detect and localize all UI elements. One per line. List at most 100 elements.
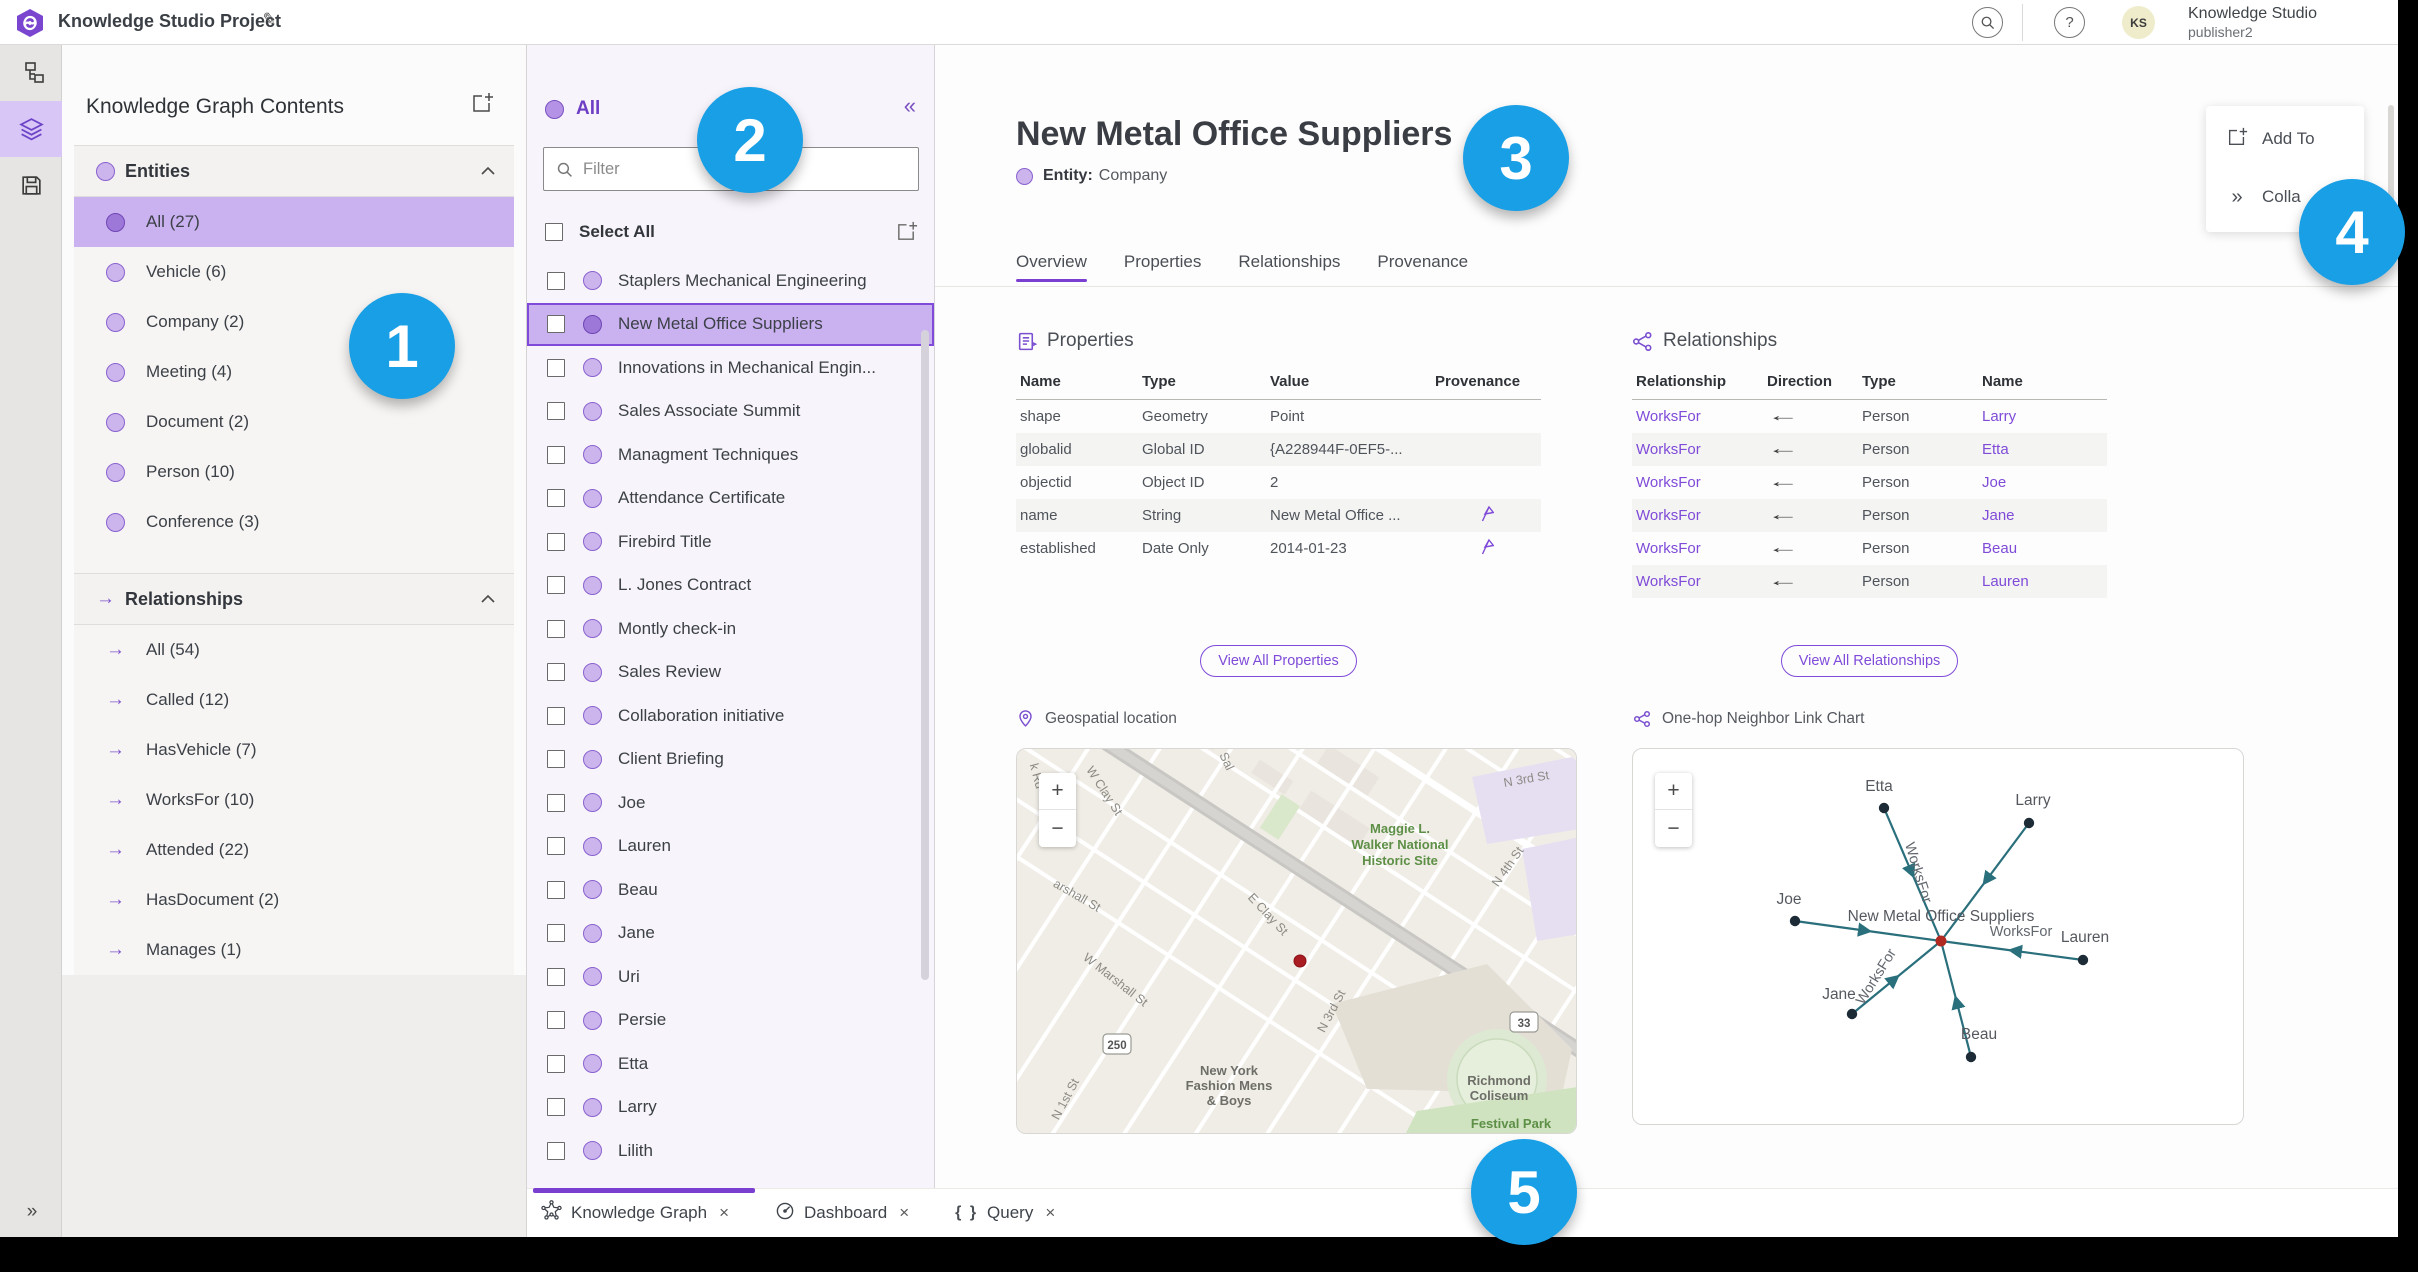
list-item[interactable]: Innovations in Mechanical Engin...	[527, 346, 934, 390]
sidebar-item-entity-type[interactable]: Person (10)	[74, 447, 514, 497]
view-tab-knowledge-graph[interactable]: Knowledge Graph ×	[541, 1200, 729, 1226]
item-checkbox[interactable]	[547, 1141, 565, 1160]
item-checkbox[interactable]	[547, 837, 565, 856]
list-item[interactable]: Sales Review	[527, 651, 934, 695]
related-entity-link[interactable]: Lauren	[1978, 565, 2107, 598]
geospatial-map[interactable]: + − 250 33 k Rd W Clay St Sal N 3rd St N…	[1016, 748, 1577, 1134]
relationship-link[interactable]: WorksFor	[1632, 565, 1763, 598]
provenance-flag-icon[interactable]	[1479, 505, 1495, 522]
sidebar-item-relationship-type[interactable]: → WorksFor (10)	[74, 775, 514, 825]
item-checkbox[interactable]	[547, 663, 565, 682]
item-checkbox[interactable]	[547, 924, 565, 943]
item-checkbox[interactable]	[547, 967, 565, 986]
close-tab-icon[interactable]: ×	[899, 1203, 909, 1223]
item-checkbox[interactable]	[547, 880, 565, 899]
chart-node[interactable]	[2023, 817, 2035, 829]
entities-section-header[interactable]: Entities	[74, 145, 514, 197]
related-entity-link[interactable]: Etta	[1978, 433, 2107, 466]
account-info[interactable]: Knowledge Studio publisher2	[2188, 4, 2317, 42]
related-entity-link[interactable]: Larry	[1978, 400, 2107, 433]
close-tab-icon[interactable]: ×	[719, 1203, 729, 1223]
list-item[interactable]: Client Briefing	[527, 738, 934, 782]
relationship-link[interactable]: WorksFor	[1632, 400, 1763, 433]
avatar[interactable]: KS	[2122, 6, 2155, 39]
relationship-link[interactable]: WorksFor	[1632, 499, 1763, 532]
sidebar-item-relationship-type[interactable]: → All (54)	[74, 625, 514, 675]
add-selection-to-map-button[interactable]	[895, 220, 918, 248]
edit-title-icon[interactable]: ✎	[261, 9, 278, 31]
view-all-properties-button[interactable]: View All Properties	[1200, 645, 1357, 677]
list-item[interactable]: Beau	[527, 868, 934, 912]
list-item[interactable]: Sales Associate Summit	[527, 390, 934, 434]
view-tab-dashboard[interactable]: Dashboard ×	[775, 1201, 909, 1226]
chart-node[interactable]	[1789, 915, 1801, 927]
item-checkbox[interactable]	[547, 706, 565, 725]
property-provenance[interactable]	[1431, 499, 1541, 532]
item-checkbox[interactable]	[547, 532, 565, 551]
sidebar-item-relationship-type[interactable]: → Manages (1)	[74, 925, 514, 975]
expand-rail-button[interactable]: »	[0, 1201, 62, 1223]
sidebar-item-entity-type[interactable]: Document (2)	[74, 397, 514, 447]
item-checkbox[interactable]	[547, 489, 565, 508]
related-entity-link[interactable]: Joe	[1978, 466, 2107, 499]
item-checkbox[interactable]	[547, 315, 565, 334]
link-chart-panel[interactable]: + − EttaLarryJoeLaurenJaneBeauNew	[1632, 748, 2244, 1125]
list-item[interactable]: Etta	[527, 1042, 934, 1086]
item-checkbox[interactable]	[547, 1054, 565, 1073]
relationship-link[interactable]: WorksFor	[1632, 466, 1763, 499]
zoom-in-button[interactable]: +	[1655, 773, 1692, 810]
related-entity-link[interactable]: Jane	[1978, 499, 2107, 532]
zoom-in-button[interactable]: +	[1039, 773, 1076, 810]
chart-node[interactable]	[1965, 1051, 1977, 1063]
list-item[interactable]: Persie	[527, 999, 934, 1043]
view-all-relationships-button[interactable]: View All Relationships	[1780, 645, 1959, 677]
sidebar-item-entity-type[interactable]: Vehicle (6)	[74, 247, 514, 297]
contents-button[interactable]	[0, 101, 62, 157]
help-button[interactable]: ?	[2054, 7, 2085, 38]
relationship-link[interactable]: WorksFor	[1632, 433, 1763, 466]
chart-node[interactable]	[2077, 954, 2089, 966]
item-checkbox[interactable]	[547, 358, 565, 377]
item-checkbox[interactable]	[547, 445, 565, 464]
sidebar-item-relationship-type[interactable]: → Called (12)	[74, 675, 514, 725]
relationships-section-header[interactable]: → Relationships	[74, 573, 514, 625]
list-item[interactable]: Lilith	[527, 1129, 934, 1173]
list-item[interactable]: Collaboration initiative	[527, 694, 934, 738]
provenance-flag-icon[interactable]	[1479, 538, 1495, 555]
list-item[interactable]: Managment Techniques	[527, 433, 934, 477]
chart-center-node[interactable]	[1935, 935, 1947, 947]
list-item[interactable]: Staplers Mechanical Engineering	[527, 259, 934, 303]
item-checkbox[interactable]	[547, 402, 565, 421]
add-to-map-button[interactable]	[470, 91, 494, 120]
list-item[interactable]: New Metal Office Suppliers	[527, 302, 934, 346]
list-item[interactable]: Uri	[527, 955, 934, 999]
list-item[interactable]: Lauren	[527, 825, 934, 869]
list-item[interactable]: Montly check-in	[527, 607, 934, 651]
add-to-menu-item[interactable]: Add To	[2206, 114, 2364, 164]
item-checkbox[interactable]	[547, 271, 565, 290]
list-item[interactable]: Attendance Certificate	[527, 477, 934, 521]
list-item[interactable]: Joe	[527, 781, 934, 825]
item-checkbox[interactable]	[547, 750, 565, 769]
item-checkbox[interactable]	[547, 1098, 565, 1117]
sidebar-item-relationship-type[interactable]: → Attended (22)	[74, 825, 514, 875]
data-model-button[interactable]	[0, 45, 62, 101]
tab-provenance[interactable]: Provenance	[1377, 244, 1468, 282]
zoom-out-button[interactable]: −	[1039, 810, 1076, 847]
list-scrollbar[interactable]	[921, 330, 929, 980]
collapse-panel-button[interactable]: «	[904, 93, 916, 119]
item-checkbox[interactable]	[547, 1011, 565, 1030]
list-item[interactable]: Firebird Title	[527, 520, 934, 564]
list-item[interactable]: L. Jones Contract	[527, 564, 934, 608]
property-provenance[interactable]	[1431, 532, 1541, 565]
save-button[interactable]	[0, 157, 62, 213]
item-checkbox[interactable]	[547, 576, 565, 595]
sidebar-item-relationship-type[interactable]: → HasVehicle (7)	[74, 725, 514, 775]
zoom-out-button[interactable]: −	[1655, 810, 1692, 847]
search-button[interactable]	[1972, 7, 2003, 38]
chart-node[interactable]	[1878, 802, 1890, 814]
close-tab-icon[interactable]: ×	[1045, 1203, 1055, 1223]
view-tab-query[interactable]: { } Query ×	[955, 1203, 1055, 1223]
item-checkbox[interactable]	[547, 619, 565, 638]
sidebar-item-entity-type[interactable]: All (27)	[74, 197, 514, 247]
